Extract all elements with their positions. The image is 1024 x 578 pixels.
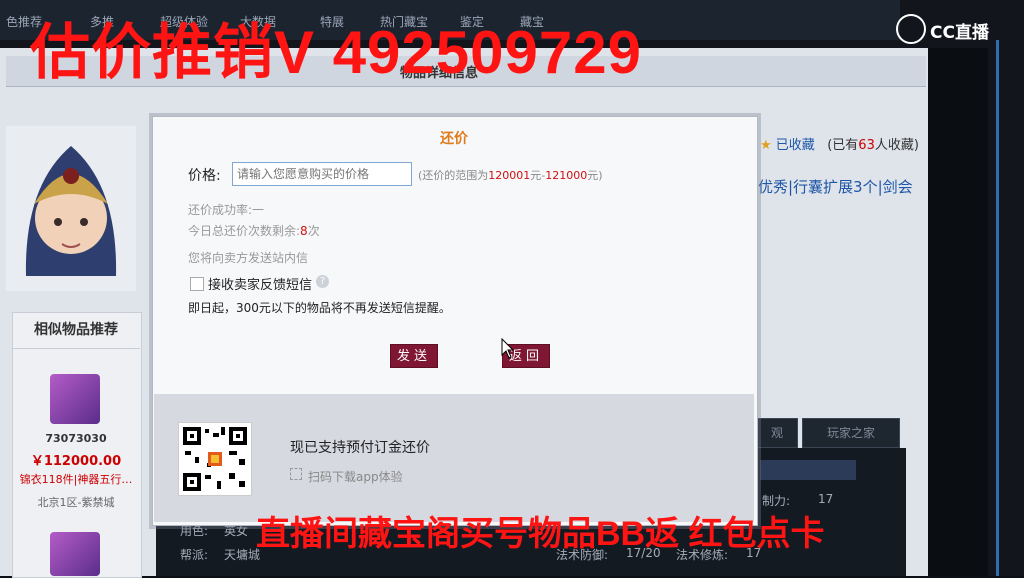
favorite-count: 63 xyxy=(858,138,875,153)
cc-live-logo: CC直播 xyxy=(896,14,1018,48)
cc-logo-text: CC直播 xyxy=(930,23,989,43)
detail-tabs: 观 玩家之家 xyxy=(756,418,906,448)
favorite-count-prefix: (已有 xyxy=(827,138,859,153)
help-icon[interactable]: ? xyxy=(316,275,329,288)
character-portrait-image xyxy=(25,146,117,276)
recommend-item-price: ￥112000.00 xyxy=(30,454,122,469)
range-suffix: 元) xyxy=(587,169,603,182)
favorite-status[interactable]: ★ 已收藏 (已有63人收藏) xyxy=(760,134,919,153)
character-portrait xyxy=(6,126,136,291)
success-rate: 还价成功率:一 xyxy=(188,203,265,217)
stream-watermark-top: 估价推销V 492509729 xyxy=(30,19,643,86)
price-range-hint: (还价的范围为120001元-121000元) xyxy=(418,167,603,183)
sms-note: 即日起，300元以下的物品将不再发送短信提醒。 xyxy=(188,301,451,315)
tab-player-home[interactable]: 玩家之家 xyxy=(802,418,900,448)
stat-value: 天墉城 xyxy=(224,548,261,562)
footer-title: 现已支持预付订金还价 xyxy=(290,440,430,456)
cc-logo-icon xyxy=(896,14,926,44)
favorite-label: 已收藏 xyxy=(775,138,815,153)
recommend-item-server: 北京1区-紫禁城 xyxy=(37,496,115,509)
remaining-count: 今日总还价次数剩余:8次 xyxy=(188,222,320,239)
sms-checkbox[interactable] xyxy=(190,277,204,291)
character-tags[interactable]: 优秀|行囊扩展3个|剑会 xyxy=(758,176,913,197)
recommend-item-id: 73073030 xyxy=(45,432,107,445)
remaining-suffix: 次 xyxy=(307,224,320,238)
stream-watermark-bottom: 直播间藏宝阁买号物品BB返 红包点卡 xyxy=(256,515,825,553)
sms-checkbox-label[interactable]: 接收卖家反馈短信 xyxy=(208,274,312,293)
recommend-item-avatar[interactable] xyxy=(50,532,100,576)
star-icon: ★ xyxy=(760,138,772,153)
stats-header-bar xyxy=(760,460,856,480)
tab-view[interactable]: 观 xyxy=(756,418,798,448)
favorite-count-suffix: 人收藏) xyxy=(874,138,919,153)
recommend-item-avatar[interactable] xyxy=(50,374,100,424)
notify-text: 您将向卖方发送站内信 xyxy=(188,251,309,265)
range-mid: 元- xyxy=(530,169,546,182)
price-label: 价格: xyxy=(188,168,221,184)
footer-subtitle: 扫码下载app体验 xyxy=(308,470,403,484)
recommend-title: 相似物品推荐 xyxy=(12,312,140,349)
right-sidebar xyxy=(928,48,988,576)
dialog-title: 还价 xyxy=(440,131,468,147)
price-input[interactable] xyxy=(232,162,412,186)
recommend-item-desc[interactable]: 锦衣118件|神器五行… xyxy=(10,471,142,487)
stat-value: 17 xyxy=(818,492,834,506)
scrollbar[interactable] xyxy=(996,40,999,576)
range-max: 121000 xyxy=(545,169,588,182)
range-prefix: (还价的范围为 xyxy=(418,169,489,182)
send-button[interactable]: 发送 xyxy=(390,344,438,368)
remaining-number: 8 xyxy=(300,224,308,238)
stat-label: 帮派: xyxy=(180,548,209,562)
qr-code-icon xyxy=(178,422,252,496)
remaining-prefix: 今日总还价次数剩余: xyxy=(188,224,301,238)
range-min: 120001 xyxy=(488,169,531,182)
mouse-cursor-icon xyxy=(501,337,515,364)
scan-icon xyxy=(290,468,302,480)
